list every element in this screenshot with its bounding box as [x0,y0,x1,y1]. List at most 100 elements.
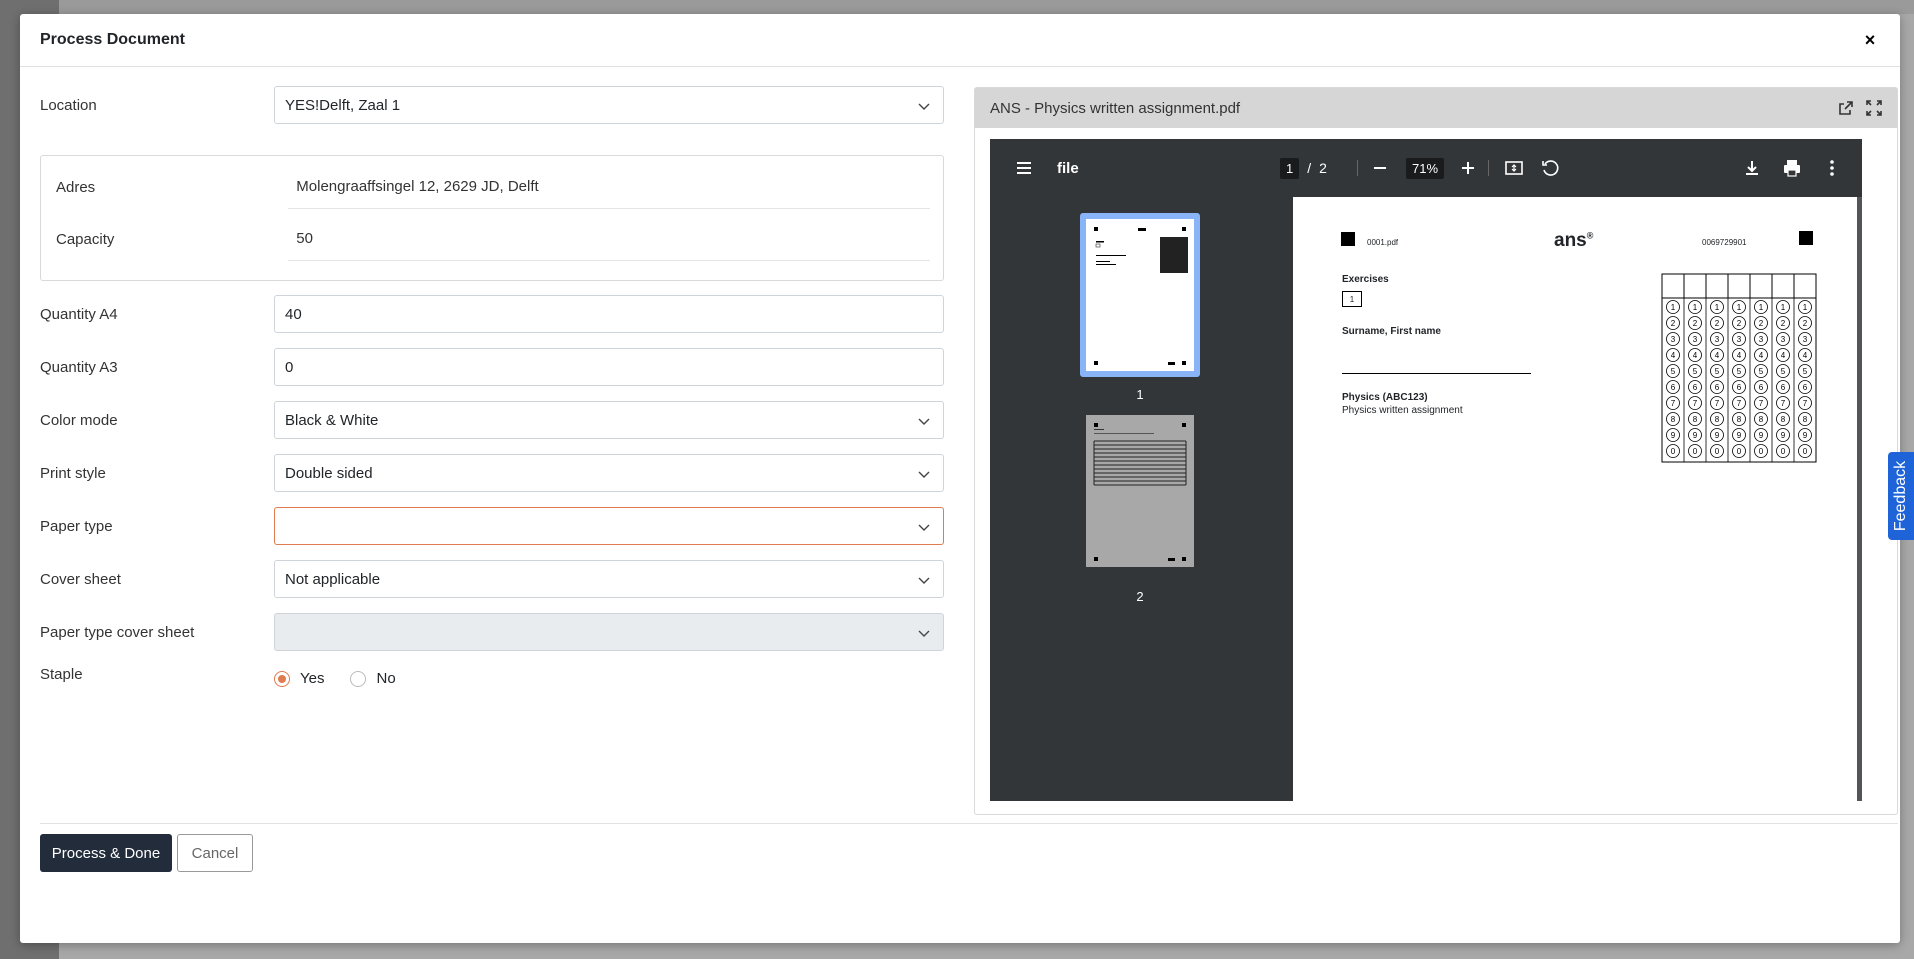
address-label: Adres [56,179,96,196]
capacity-row: Capacity 50 [56,218,930,261]
paper-type-cover-select[interactable] [274,613,944,651]
thumbnail-2[interactable] [1086,415,1194,567]
fullscreen-icon[interactable] [1866,100,1882,116]
cover-sheet-select[interactable]: Not applicable [274,560,944,598]
close-button[interactable]: × [1860,30,1880,51]
answer-bubble-digit: 0 [1781,447,1786,456]
print-style-label: Print style [40,464,106,482]
menu-icon[interactable] [1014,139,1034,197]
answer-bubble-digit: 8 [1781,415,1786,424]
open-external-icon[interactable] [1838,100,1854,116]
chevron-down-icon [918,418,930,425]
answer-bubble-digit: 9 [1693,431,1698,440]
print-icon[interactable] [1782,139,1802,197]
feedback-label: Feedback [1892,460,1910,532]
pdf-title: file [1057,159,1079,177]
staple-no-radio[interactable]: No [350,670,396,687]
answer-bubble-digit: 5 [1781,367,1786,376]
fit-page-icon[interactable] [1504,139,1524,197]
answer-bubble-digit: 1 [1803,303,1808,312]
radio-unchecked-icon [350,670,367,687]
thumbnail-1-selected[interactable] [1080,213,1200,377]
location-select[interactable]: YES!Delft, Zaal 1 [274,86,944,124]
location-row: Location YES!Delft, Zaal 1 [40,86,944,124]
answer-bubble-digit: 8 [1803,415,1808,424]
answer-bubble-digit: 1 [1781,303,1786,312]
zoom-level[interactable]: 71% [1406,139,1445,197]
name-line [1342,373,1531,374]
color-mode-row: Color mode Black & White [40,401,944,439]
location-value: YES!Delft, Zaal 1 [285,96,401,114]
chevron-down-icon [918,103,930,110]
answer-bubble-digit: 1 [1715,303,1720,312]
answer-bubble-digit: 6 [1737,383,1742,392]
bubble-grid-header-cell [1771,273,1795,299]
answer-bubble-digit: 1 [1737,303,1742,312]
answer-bubble-digit: 5 [1803,367,1808,376]
answer-bubble-digit: 9 [1781,431,1786,440]
bubble-grid-header-cell [1661,273,1685,299]
paper-type-cover-label: Paper type cover sheet [40,623,195,641]
modal-title: Process Document [40,31,185,48]
course-name: Physics (ABC123) [1342,392,1428,403]
feedback-tab[interactable]: Feedback [1888,452,1914,540]
download-icon[interactable] [1742,139,1762,197]
document-number: 0069729901 [1702,238,1747,247]
pdf-viewer: file 1 / 2 71% 1 2 0001.pdf ans® 0069729… [990,139,1862,801]
print-style-select[interactable]: Double sided [274,454,944,492]
answer-bubble-digit: 6 [1693,383,1698,392]
answer-bubble-digit: 1 [1693,303,1698,312]
bubble-grid-header-cell [1749,273,1773,299]
answer-bubble-digit: 8 [1671,415,1676,424]
answer-bubble-digit: 3 [1759,335,1764,344]
answer-bubble-digit: 9 [1737,431,1742,440]
answer-bubble-digit: 5 [1693,367,1698,376]
answer-bubble-digit: 0 [1671,447,1676,456]
answer-bubble-digit: 6 [1759,383,1764,392]
answer-bubble-digit: 8 [1759,415,1764,424]
answer-bubble-digit: 9 [1671,431,1676,440]
staple-yes-radio[interactable]: Yes [274,670,324,687]
modal-header: Process Document × [20,14,1900,67]
answer-bubble-digit: 8 [1715,415,1720,424]
answer-bubble-digit: 2 [1671,319,1676,328]
paper-type-select[interactable] [274,507,944,545]
answer-bubble-digit: 7 [1803,399,1808,408]
quantity-a3-value: 0 [285,358,294,376]
zoom-in-icon[interactable] [1458,139,1478,197]
paper-type-cover-row: Paper type cover sheet [40,613,944,651]
chevron-down-icon [918,577,930,584]
answer-bubble-digit: 6 [1781,383,1786,392]
answer-bubble-digit: 5 [1737,367,1742,376]
chevron-down-icon [918,524,930,531]
rotate-icon[interactable] [1540,139,1560,197]
toolbar-divider [1357,139,1358,197]
quantity-a3-input[interactable]: 0 [274,348,944,386]
capacity-label: Capacity [56,231,115,248]
answer-bubble-digit: 0 [1759,447,1764,456]
ans-logo: ans® [1554,230,1593,252]
answer-bubble-digit: 6 [1803,383,1808,392]
answer-bubble-digit: 4 [1737,351,1742,360]
more-options-icon[interactable] [1822,139,1842,197]
process-done-button[interactable]: Process & Done [40,834,172,872]
pdf-page-1: 0001.pdf ans® 0069729901 Exercises 1 Sur… [1293,197,1862,801]
assignment-name: Physics written assignment [1342,405,1463,416]
page-backdrop-top [0,0,1914,14]
answer-bubble-digit: 7 [1715,399,1720,408]
current-page-input[interactable]: 1 [1280,157,1300,179]
address-value: Molengraaffsingel 12, 2629 JD, Delft [288,166,930,209]
answer-bubble-digit: 5 [1759,367,1764,376]
quantity-a3-label: Quantity A3 [40,358,118,376]
page-scrollbar[interactable] [1857,197,1862,801]
cancel-button[interactable]: Cancel [177,834,253,872]
page-separator: / [1307,160,1312,176]
staple-row: Staple Yes No [40,666,944,687]
answer-bubble-digit: 3 [1693,335,1698,344]
color-mode-select[interactable]: Black & White [274,401,944,439]
quantity-a4-input[interactable]: 40 [274,295,944,333]
answer-bubble-digit: 0 [1693,447,1698,456]
zoom-out-icon[interactable] [1370,139,1390,197]
answer-bubble-digit: 7 [1671,399,1676,408]
paper-type-label: Paper type [40,517,113,535]
